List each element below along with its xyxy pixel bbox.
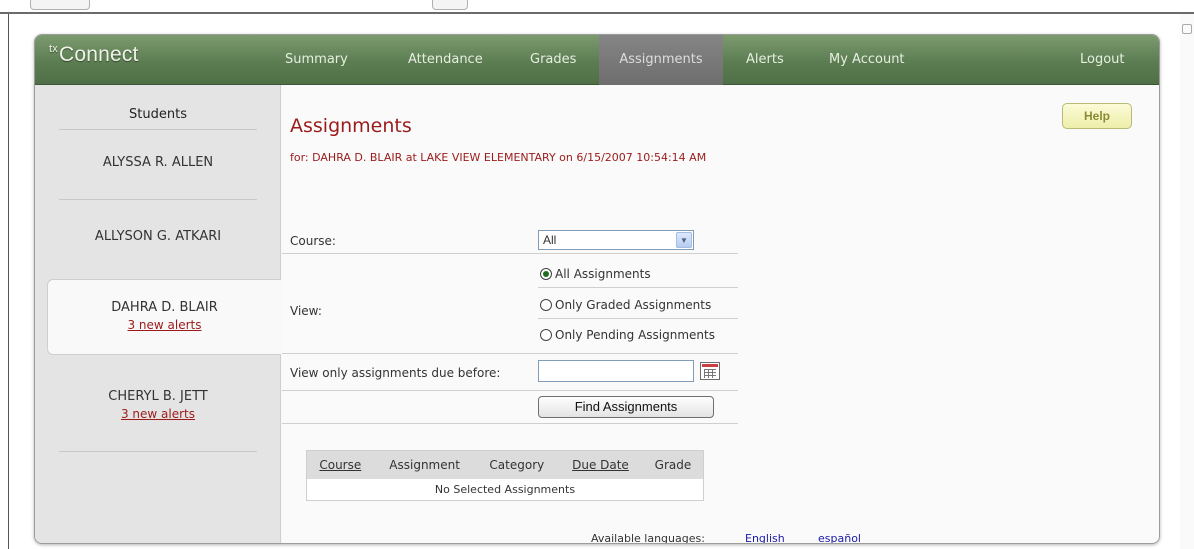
main-content: Help Assignments for: DAHRA D. BLAIR at … [282,85,1159,544]
view-option-pending[interactable]: Only Pending Assignments [540,328,715,342]
nav-attendance[interactable]: Attendance [408,35,483,85]
nav-my-account[interactable]: My Account [829,35,905,85]
student-name: DAHRA D. BLAIR [111,300,218,315]
browser-tab-edge [30,0,90,10]
find-assignments-button[interactable]: Find Assignments [538,396,714,418]
form-row-divider [282,423,738,424]
form-row-divider [282,253,738,254]
student-name: CHERYL B. JETT [108,389,208,404]
table-row: No Selected Assignments [307,479,704,501]
nav-summary[interactable]: Summary [285,35,348,85]
due-before-label: View only assignments due before: [290,366,501,380]
student-item-jett[interactable]: CHERYL B. JETT 3 new alerts [35,389,281,421]
page-subtitle: for: DAHRA D. BLAIR at LAKE VIEW ELEMENT… [290,151,707,164]
assignments-table: Course Assignment Category Due Date Grad… [306,450,704,501]
help-button[interactable]: Help [1062,103,1132,129]
form-row-divider [282,390,738,391]
student-sidebar: Students ALYSSA R. ALLEN ALLYSON G. ATKA… [35,85,281,543]
column-course[interactable]: Course [306,450,374,479]
student-item-atkari[interactable]: ALLYSON G. ATKARI [35,229,281,244]
view-option-all[interactable]: All Assignments [540,267,651,281]
table-header-row: Course Assignment Category Due Date Grad… [306,450,704,479]
course-select-value: All [543,233,557,247]
top-navbar: txConnect Summary Attendance Grades Assi… [35,35,1159,85]
language-espanol-link[interactable]: español [818,532,861,543]
window-scrollbar[interactable] [1180,14,1194,549]
student-alerts-link[interactable]: 3 new alerts [48,318,281,332]
student-name: ALLYSON G. ATKARI [94,229,222,244]
radio-divider [538,287,738,288]
txconnect-frame: txConnect Summary Attendance Grades Assi… [34,34,1160,544]
nav-grades[interactable]: Grades [530,35,576,85]
window-left-border [8,14,9,549]
calendar-grid [704,369,716,378]
student-alerts-link[interactable]: 3 new alerts [35,407,281,421]
empty-message: No Selected Assignments [434,482,576,496]
language-english-link[interactable]: English [745,532,785,543]
view-option-label: Only Graded Assignments [555,298,712,312]
view-option-label: All Assignments [555,267,651,281]
sidebar-divider [59,129,257,130]
logo-name: Connect [58,43,139,66]
languages-label: Available languages: [591,532,705,544]
view-option-label: Only Pending Assignments [555,328,715,342]
sidebar-divider [59,451,257,452]
scrollbar-cap[interactable] [1182,24,1192,34]
calendar-icon[interactable] [700,362,720,380]
student-name: ALYSSA R. ALLEN [102,155,214,170]
student-item-allen[interactable]: ALYSSA R. ALLEN [35,155,281,170]
column-grade: Grade [642,450,704,479]
nav-assignments[interactable]: Assignments [599,35,723,85]
chevron-down-icon[interactable]: ▼ [676,232,692,248]
view-label: View: [290,304,322,318]
page-title: Assignments [290,115,412,137]
column-category: Category [475,450,559,479]
radio-checked-icon[interactable] [540,268,552,280]
due-before-input[interactable] [538,360,694,382]
browser-top-chrome [0,0,1194,14]
sidebar-divider [59,199,257,200]
column-assignment: Assignment [373,450,476,479]
calendar-header [702,364,718,367]
radio-unchecked-icon[interactable] [540,329,552,341]
view-option-graded[interactable]: Only Graded Assignments [540,298,711,312]
course-select[interactable]: All ▼ [538,230,694,250]
browser-tab-edge [432,0,468,10]
form-row-divider [282,353,738,354]
student-item-blair[interactable]: DAHRA D. BLAIR 3 new alerts [47,279,281,355]
txconnect-logo: txConnect [49,43,139,67]
course-label: Course: [290,234,336,248]
nav-logout[interactable]: Logout [1080,35,1125,85]
nav-alerts[interactable]: Alerts [746,35,784,85]
column-due-date[interactable]: Due Date [558,450,643,479]
radio-unchecked-icon[interactable] [540,299,552,311]
radio-divider [538,318,738,319]
sidebar-title: Students [129,107,187,122]
logo-prefix: tx [49,43,58,55]
